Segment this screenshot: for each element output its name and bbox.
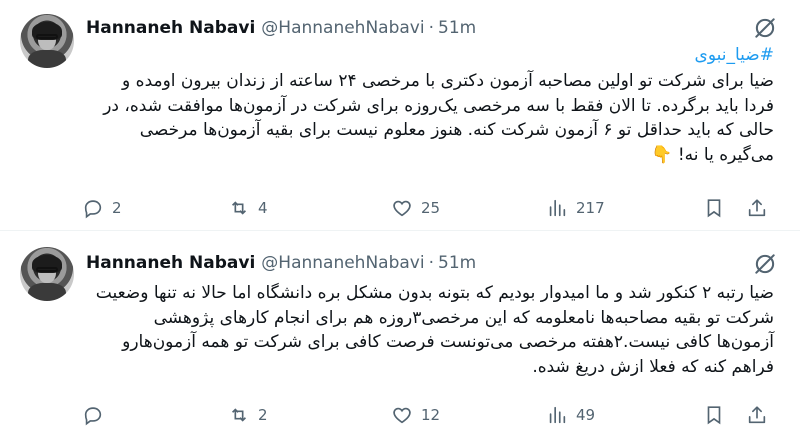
repost-icon (231, 408, 247, 422)
author-handle[interactable]: @HannanehNabavi (261, 253, 424, 273)
repost-count: 2 (258, 406, 268, 424)
share-button[interactable] (746, 401, 768, 429)
heart-icon (393, 200, 411, 217)
hashtag-link[interactable]: #ضیا_نبوی (695, 45, 774, 65)
separator-dot: · (428, 253, 434, 273)
like-count: 25 (421, 199, 441, 217)
views-button[interactable]: 217 (546, 194, 605, 222)
reply-icon (84, 200, 102, 219)
timestamp[interactable]: 51m (438, 18, 476, 38)
repost-count: 4 (258, 199, 268, 217)
grok-icon[interactable] (752, 251, 778, 277)
heart-icon (393, 407, 411, 424)
share-button[interactable] (746, 194, 768, 222)
views-icon (549, 406, 566, 424)
tweet-text: ضیا برای شرکت تو اولین مصاحبه آزمون دکتر… (103, 71, 774, 165)
tweet[interactable]: Hannaneh Nabavi @HannanehNabavi · 51m ضی… (0, 231, 800, 432)
bookmark-icon (707, 406, 721, 425)
bookmark-button[interactable] (703, 194, 725, 222)
tweet[interactable]: Hannaneh Nabavi @HannanehNabavi · 51m #ض… (0, 0, 800, 230)
timestamp[interactable]: 51m (438, 253, 476, 273)
avatar[interactable] (20, 247, 74, 301)
view-count: 217 (576, 199, 605, 217)
action-bar: 2 12 49 (78, 401, 788, 429)
view-count: 49 (576, 406, 596, 424)
repost-button[interactable]: 2 (228, 401, 268, 429)
avatar[interactable] (20, 14, 74, 68)
action-bar: 2 4 25 217 (78, 194, 788, 222)
reply-count: 2 (112, 199, 122, 217)
views-button[interactable]: 49 (546, 401, 595, 429)
tweet-header: Hannaneh Nabavi @HannanehNabavi · 51m (86, 16, 476, 40)
share-icon (748, 199, 766, 217)
like-button[interactable]: 25 (391, 194, 440, 222)
like-count: 12 (421, 406, 441, 424)
tweet-header: Hannaneh Nabavi @HannanehNabavi · 51m (86, 251, 476, 275)
tweet-text: ضیا رتبه ۲ کنکور شد و ما امیدوار بودیم ک… (95, 283, 774, 377)
like-button[interactable]: 12 (391, 401, 440, 429)
separator-dot: · (428, 18, 434, 38)
author-name[interactable]: Hannaneh Nabavi (86, 253, 255, 273)
author-name[interactable]: Hannaneh Nabavi (86, 18, 255, 38)
bookmark-icon (707, 199, 721, 218)
bookmark-button[interactable] (703, 401, 725, 429)
reply-button[interactable] (82, 401, 112, 429)
reply-icon (84, 407, 102, 426)
author-handle[interactable]: @HannanehNabavi (261, 18, 424, 38)
reply-button[interactable]: 2 (82, 194, 122, 222)
repost-button[interactable]: 4 (228, 194, 268, 222)
grok-icon[interactable] (752, 15, 778, 41)
views-icon (549, 199, 566, 217)
share-icon (748, 406, 766, 424)
repost-icon (231, 201, 247, 215)
